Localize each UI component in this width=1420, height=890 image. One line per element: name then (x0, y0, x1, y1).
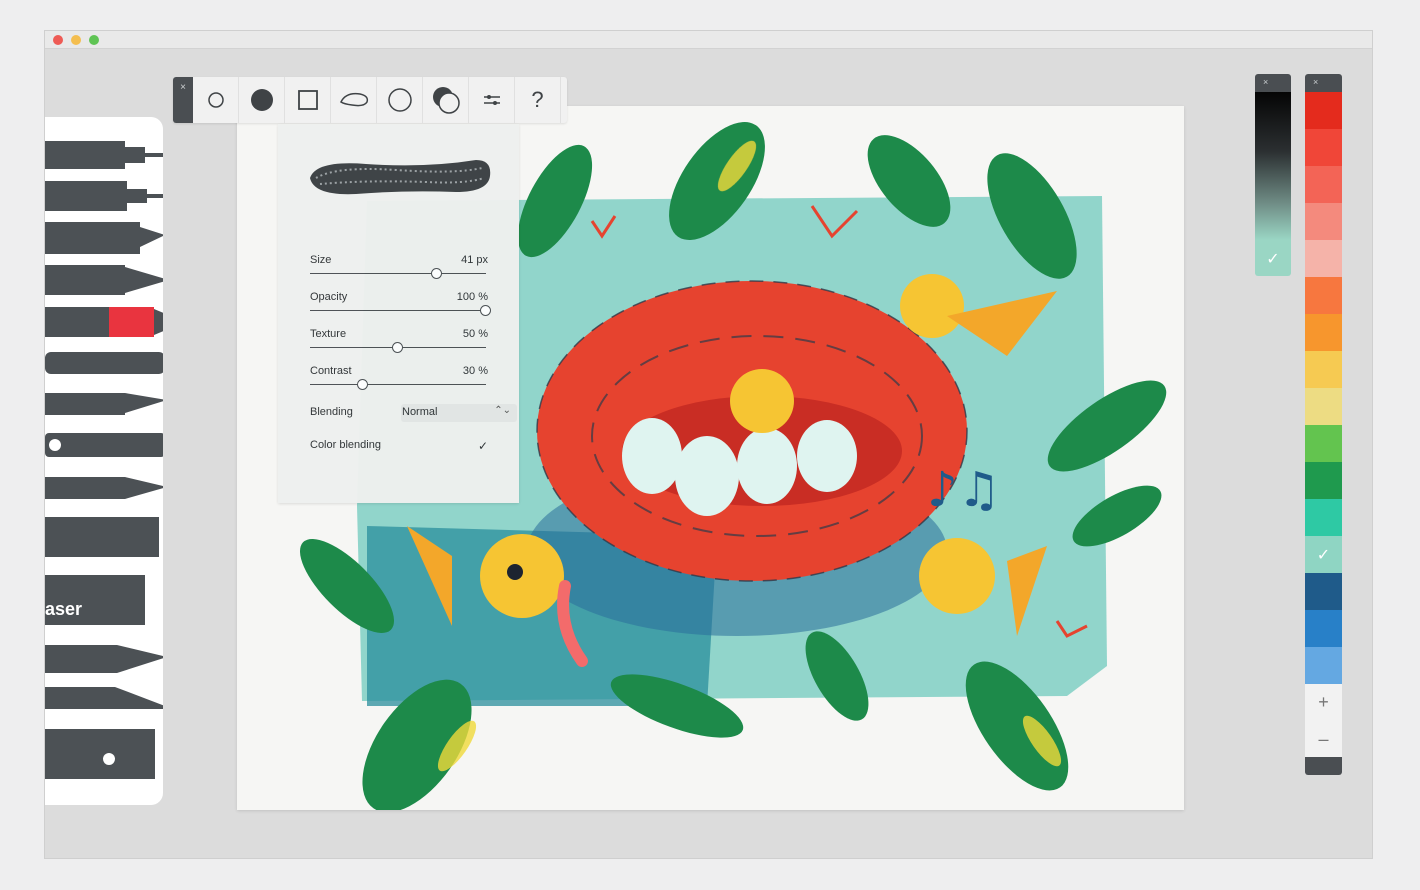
opacity-value: 100 % (456, 291, 488, 303)
color-swatch[interactable] (1305, 351, 1342, 388)
color-swatch[interactable] (1305, 388, 1342, 425)
checkmark-icon[interactable]: ✓ (478, 439, 488, 453)
grey-gradient-slider[interactable] (1255, 92, 1291, 240)
lasso-shape-icon[interactable] (331, 77, 377, 123)
texture-value: 50 % (462, 328, 488, 340)
size-label: Size (310, 254, 332, 266)
fineliner-icon[interactable] (45, 141, 163, 169)
color-swatch[interactable] (1305, 499, 1342, 536)
chisel-pencil-icon[interactable] (45, 645, 163, 673)
blending-select[interactable]: Normal ⌃⌄ (401, 404, 517, 422)
svg-text:♪♫: ♪♫ (927, 462, 1001, 518)
opacity-slider[interactable] (310, 305, 491, 316)
contrast-slider-knob[interactable] (356, 379, 368, 390)
minimize-window-button[interactable] (71, 35, 81, 45)
color-swatch[interactable] (1305, 92, 1342, 129)
title-bar (45, 31, 1372, 49)
color-swatch[interactable] (1305, 425, 1342, 462)
close-window-button[interactable] (53, 35, 63, 45)
grey-palette-close-button[interactable]: × (1255, 74, 1291, 92)
color-swatch[interactable] (1305, 203, 1342, 240)
red-marker-icon[interactable] (45, 307, 163, 337)
contrast-setting: Contrast 30 % (310, 365, 488, 377)
round-brush-icon[interactable] (45, 352, 163, 374)
color-swatch[interactable]: ✓ (1305, 536, 1342, 573)
checkmark-icon: ✓ (1316, 546, 1331, 564)
contrast-value: 30 % (462, 365, 488, 377)
swatch-list: ✓ (1305, 92, 1342, 684)
app-window: ♪♫ aser × ? Size 41 px Opacity 100 % Tex… (44, 30, 1373, 859)
blending-value: Normal (402, 406, 438, 418)
contrast-label: Contrast (310, 365, 352, 377)
size-setting: Size 41 px (310, 254, 488, 266)
opacity-slider-knob[interactable] (480, 305, 491, 316)
blending-setting: Blending Normal ⌃⌄ (310, 404, 517, 422)
texture-stamp-icon[interactable] (45, 517, 159, 557)
color-swatch[interactable] (1305, 240, 1342, 277)
fountain-pen-icon[interactable] (45, 477, 163, 499)
rectangle-shape-icon[interactable] (285, 77, 331, 123)
x-acto-knife-icon[interactable] (45, 687, 163, 709)
texture-slider[interactable] (310, 342, 486, 353)
flat-brush-icon[interactable] (45, 393, 163, 415)
brush-preview (310, 160, 491, 195)
ruler-icon[interactable] (45, 729, 155, 779)
marker-icon[interactable] (45, 222, 163, 254)
color-swatch[interactable] (1305, 462, 1342, 499)
size-slider-knob[interactable] (430, 268, 442, 279)
opacity-label: Opacity (310, 291, 348, 303)
size-slider[interactable] (310, 268, 486, 279)
color-swatch[interactable] (1305, 610, 1342, 647)
texture-slider-knob[interactable] (392, 342, 403, 353)
tools-sidebar: aser (45, 117, 163, 805)
toolbar-close-button[interactable]: × (173, 77, 193, 123)
brush-pen-icon[interactable] (45, 265, 163, 295)
technical-pen-icon[interactable] (45, 181, 163, 211)
contrast-slider[interactable] (310, 379, 486, 390)
small-circle-brush-icon[interactable] (193, 77, 239, 123)
color-swatch[interactable] (1305, 314, 1342, 351)
color-swatch[interactable] (1305, 129, 1342, 166)
texture-label: Texture (310, 328, 347, 340)
eraser-label: aser (45, 599, 82, 619)
sliders-icon[interactable] (469, 77, 515, 123)
ink-pen-icon[interactable] (45, 433, 163, 457)
filled-circle-brush-icon[interactable] (239, 77, 285, 123)
selected-tone-swatch[interactable]: ✓ (1255, 240, 1291, 276)
brush-settings-panel: Size 41 px Opacity 100 % Texture 50 % Co… (278, 124, 519, 503)
color-palette: × ✓ + – (1305, 74, 1342, 775)
color-blending-label: Color blending (310, 439, 381, 451)
checkmark-icon: ✓ (1266, 250, 1280, 268)
zoom-window-button[interactable] (89, 35, 99, 45)
circle-shape-icon[interactable] (377, 77, 423, 123)
color-blending-setting[interactable]: Color blending ✓ (310, 439, 488, 453)
add-swatch-button[interactable]: + (1305, 684, 1342, 721)
color-swatch[interactable] (1305, 166, 1342, 203)
color-swatch[interactable] (1305, 647, 1342, 684)
color-swatch[interactable] (1305, 573, 1342, 610)
grey-palette: × ✓ (1255, 74, 1291, 276)
opacity-setting: Opacity 100 % (310, 291, 488, 303)
help-button[interactable]: ? (515, 77, 561, 123)
blending-label: Blending (310, 406, 353, 418)
size-value: 41 px (461, 254, 488, 266)
texture-setting: Texture 50 % (310, 328, 488, 340)
palette-footer (1305, 757, 1342, 775)
remove-swatch-button[interactable]: – (1305, 721, 1342, 758)
color-blend-tool-icon[interactable] (423, 77, 469, 123)
color-palette-close-button[interactable]: × (1305, 74, 1342, 92)
select-chevron-icon: ⌃⌄ (494, 405, 511, 416)
brush-toolbar: × ? (173, 77, 567, 123)
tool-stack: aser (45, 141, 163, 779)
color-swatch[interactable] (1305, 277, 1342, 314)
